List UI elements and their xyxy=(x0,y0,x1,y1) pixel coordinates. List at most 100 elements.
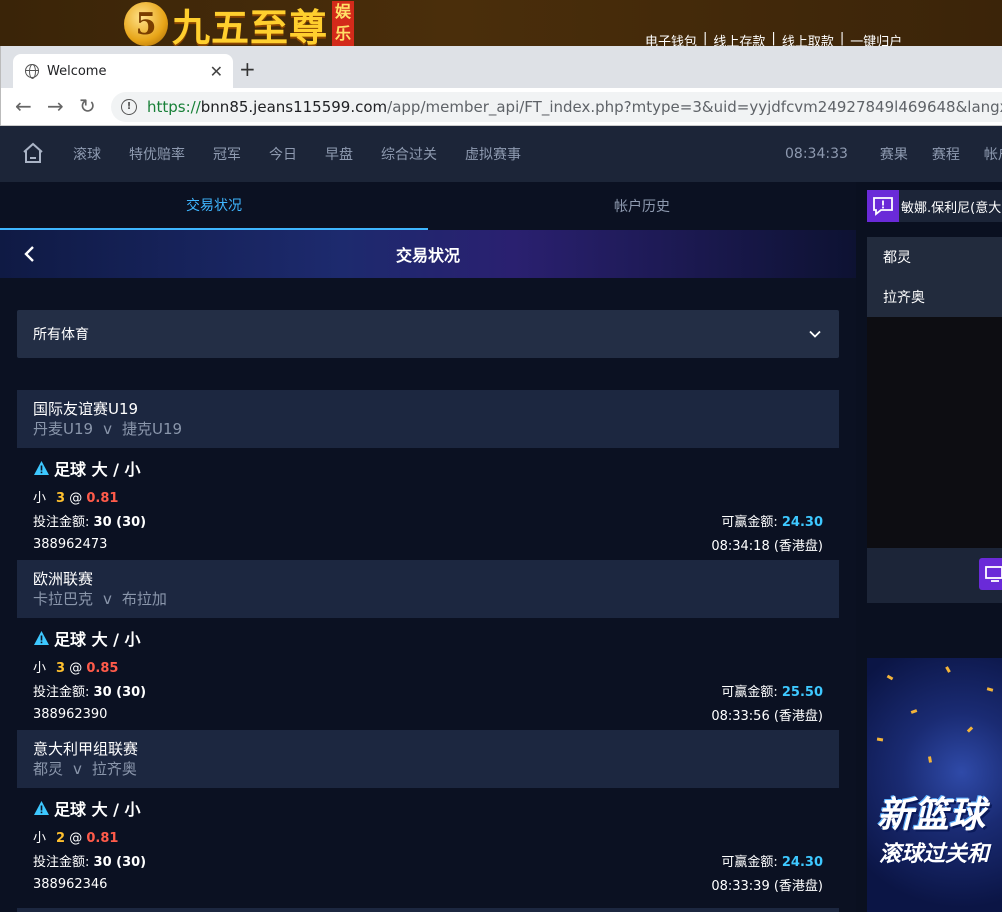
away-team: 拉齐奥 xyxy=(91,760,137,778)
logo-emblem: 5 xyxy=(124,2,168,46)
stake: 投注金额: 30 (30) xyxy=(33,681,146,700)
confetti xyxy=(945,666,951,673)
confetti xyxy=(928,756,932,763)
chevron-down-icon xyxy=(809,330,821,338)
new-tab-button[interactable]: + xyxy=(239,57,256,81)
nav-item-results[interactable]: 赛果 xyxy=(880,144,908,164)
versus-label: v xyxy=(73,760,82,778)
tab-title: Welcome xyxy=(47,63,107,79)
reload-icon[interactable]: ↻ xyxy=(79,94,96,118)
forward-arrow-icon[interactable]: → xyxy=(47,94,64,118)
match-teams: 丹麦U19 v 捷克U19 xyxy=(33,419,823,440)
market-name: 足球 大 / 小 xyxy=(54,460,141,479)
scoreboard: 都灵 拉齐奥 xyxy=(867,237,1002,317)
promo-headline: 新篮球 xyxy=(877,795,986,836)
selection-name: 小 xyxy=(33,661,47,676)
nav-item-schedule[interactable]: 赛程 xyxy=(932,144,960,164)
url-host: bnn85.jeans115599.com xyxy=(200,98,388,116)
warning-icon xyxy=(34,461,49,475)
odds-value: 0.85 xyxy=(86,661,119,676)
tv-icon[interactable] xyxy=(979,558,1002,590)
bet-card: 欧洲联赛 卡拉巴克 v 布拉加 足球 大 / 小 小3 @ 0.85 投注金额: 3… xyxy=(17,560,839,730)
stake-value: 30 (30) xyxy=(93,854,147,870)
back-arrow-icon[interactable]: ← xyxy=(15,94,32,118)
confetti xyxy=(886,674,894,681)
message-alert-icon[interactable] xyxy=(867,190,899,222)
logo-tag: 娱乐 xyxy=(332,1,355,47)
bet-time: 08:34:18 (香港盘) xyxy=(711,538,823,554)
id-row: 388962390 08:33:56 (香港盘) xyxy=(33,702,823,726)
bet-header: 国际友谊赛U19 丹麦U19 v 捷克U19 xyxy=(17,390,839,448)
nav-item-outright[interactable]: 冠军 xyxy=(213,144,241,164)
close-icon[interactable]: ✕ xyxy=(210,62,223,81)
stake-row: 投注金额: 30 (30) 可赢金额: 25.50 xyxy=(33,678,823,702)
id-row: 388962473 08:34:18 (香港盘) xyxy=(33,532,823,556)
clock: 08:34:33 xyxy=(785,146,848,162)
nav-item-early[interactable]: 早盘 xyxy=(325,144,353,164)
browser-tab[interactable]: Welcome ✕ xyxy=(13,54,233,88)
nav-item-today[interactable]: 今日 xyxy=(269,144,297,164)
nav-item-account[interactable]: 帐户 xyxy=(984,144,1002,164)
address-bar[interactable]: ! https://bnn85.jeans115599.com/app/memb… xyxy=(111,92,1002,122)
market-title: 足球 大 / 小 xyxy=(33,628,823,649)
league-name: 国际友谊赛U19 xyxy=(33,400,139,418)
nav-item-parlay[interactable]: 综合过关 xyxy=(381,144,437,164)
main-nav: 滚球 特优赔率 冠军 今日 早盘 综合过关 虚拟赛事 08:34:33 赛果 赛… xyxy=(0,126,1002,182)
warning-icon xyxy=(34,801,49,815)
bet-header: 欧洲联赛 卡拉巴克 v 布拉加 xyxy=(17,560,839,618)
url-path: /app/member_api/FT_index.php?mtype=3&uid… xyxy=(387,98,1002,116)
url-scheme: https:// xyxy=(147,98,201,116)
win: 可赢金额: 24.30 xyxy=(721,511,823,530)
stake: 投注金额: 30 (30) xyxy=(33,851,146,870)
live-video[interactable] xyxy=(867,317,1002,548)
tab-account-history[interactable]: 帐户历史 xyxy=(428,182,856,230)
selection: 小3 @ 0.81 xyxy=(33,487,823,506)
nav-item-virtual[interactable]: 虚拟赛事 xyxy=(465,144,521,164)
confetti xyxy=(986,687,994,692)
bet-card: 意大利甲组联赛 都灵 v 拉齐奥 足球 大 / 小 小2 @ 0.81 投注金额: … xyxy=(17,730,839,900)
win: 可赢金额: 25.50 xyxy=(721,681,823,700)
browser-chrome: Welcome ✕ + ← → ↻ ! https://bnn85.jeans1… xyxy=(0,46,1002,126)
globe-icon xyxy=(25,64,39,79)
ticket-id: 388962390 xyxy=(33,706,108,722)
id-row: 388962346 08:33:39 (香港盘) xyxy=(33,872,823,896)
home-team: 丹麦U19 xyxy=(33,420,94,438)
live-match-title: 敏娜.保利尼(意大 xyxy=(901,200,1002,216)
selection: 小3 @ 0.85 xyxy=(33,657,823,676)
stake-row: 投注金额: 30 (30) 可赢金额: 24.30 xyxy=(33,508,823,532)
tab-transactions[interactable]: 交易状况 xyxy=(0,182,428,230)
home-icon[interactable] xyxy=(22,142,44,164)
site-logo[interactable]: 5 九五至尊 娱乐 xyxy=(124,0,355,50)
warning-icon xyxy=(34,631,49,645)
win-label: 可赢金额: xyxy=(721,684,778,700)
page-title: 交易状况 xyxy=(395,246,460,265)
confetti xyxy=(966,726,974,733)
win-value: 24.30 xyxy=(781,514,823,530)
win-label: 可赢金额: xyxy=(721,514,778,530)
site-info-icon[interactable]: ! xyxy=(121,99,137,115)
versus-label: v xyxy=(103,590,112,608)
bet-time: 08:33:39 (香港盘) xyxy=(711,878,823,894)
nav-item-inplay[interactable]: 滚球 xyxy=(73,144,101,164)
sport-filter-select[interactable]: 所有体育 xyxy=(17,310,839,358)
logo-text: 九五至尊 xyxy=(172,4,329,50)
chevron-left-icon[interactable] xyxy=(20,244,40,264)
bet-header xyxy=(17,908,839,912)
promo-banner[interactable]: 新篮球 滚球过关和 xyxy=(867,658,1002,912)
odds-value: 0.81 xyxy=(86,491,119,506)
away-team: 捷克U19 xyxy=(121,420,183,438)
stake-value: 30 (30) xyxy=(93,684,147,700)
screen: 5 九五至尊 娱乐 电子钱包 | 线上存款 | 线上取款 | 一键归户 Welc… xyxy=(0,0,1002,912)
tab-bar: 交易状况 帐户历史 xyxy=(0,182,856,230)
win-label: 可赢金额: xyxy=(721,854,778,870)
ticket-id: 388962473 xyxy=(33,536,108,552)
selection-name: 小 xyxy=(33,491,47,506)
title-bar: 交易状况 xyxy=(0,230,856,278)
live-match-bar[interactable]: 敏娜.保利尼(意大 xyxy=(867,190,1002,222)
toolbar: ← → ↻ ! https://bnn85.jeans115599.com/ap… xyxy=(1,88,1002,126)
nav-item-best-odds[interactable]: 特优赔率 xyxy=(129,144,185,164)
selection: 小2 @ 0.81 xyxy=(33,827,823,846)
home-team: 都灵 xyxy=(33,760,64,778)
stake-row: 投注金额: 30 (30) 可赢金额: 24.30 xyxy=(33,848,823,872)
stake: 投注金额: 30 (30) xyxy=(33,511,146,530)
